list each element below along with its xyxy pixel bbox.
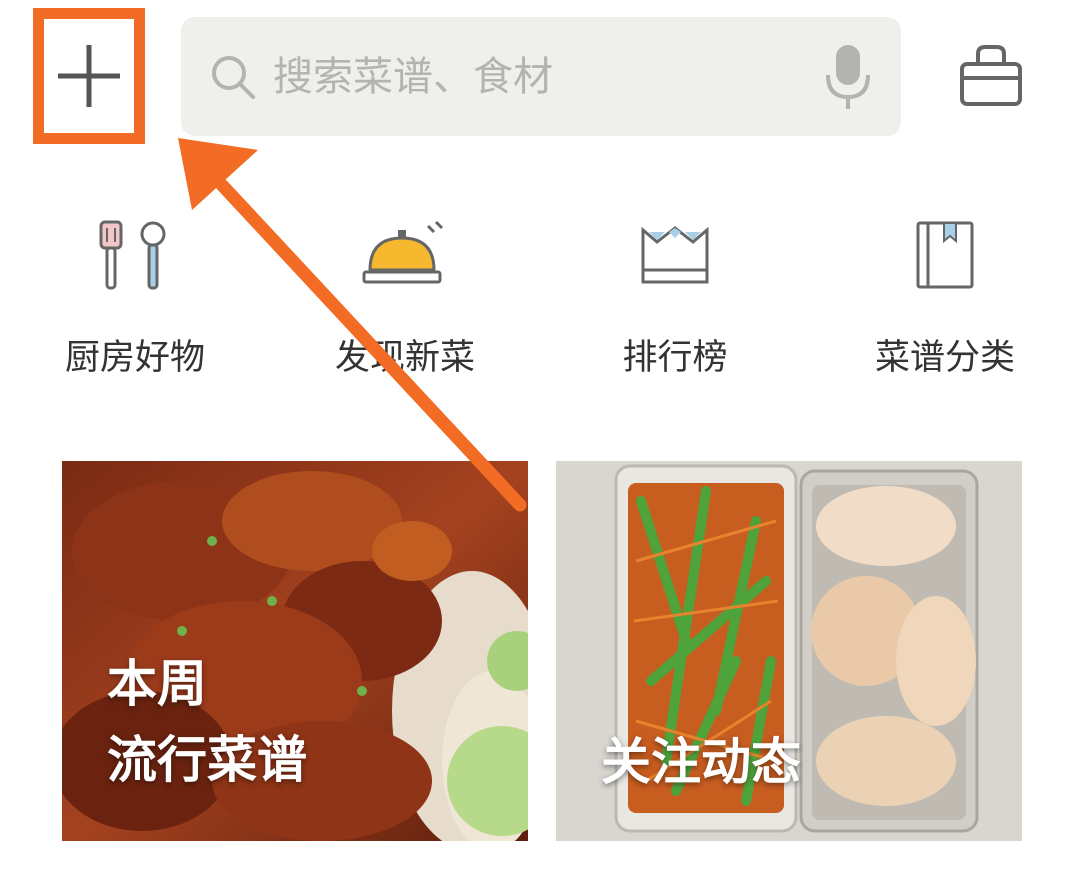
nav-discover-new[interactable]: 发现新菜: [305, 205, 505, 395]
bookmarked-book-icon: [890, 205, 1000, 305]
nav-recipe-category[interactable]: 菜谱分类: [845, 205, 1045, 395]
card-title-line2: 流行菜谱: [107, 731, 307, 789]
nav-label: 厨房好物: [64, 338, 205, 378]
search-icon: [212, 55, 255, 99]
microphone-icon[interactable]: [823, 41, 873, 113]
basket-icon: [960, 45, 1022, 106]
search-bar[interactable]: [181, 17, 901, 136]
card-title: 关注动态: [601, 733, 801, 791]
weekly-popular-card[interactable]: 本周 流行菜谱: [62, 461, 528, 841]
nav-label: 发现新菜: [334, 338, 475, 378]
following-feed-card[interactable]: 关注动态: [556, 461, 1022, 841]
nav-label: 排行榜: [622, 338, 728, 378]
search-input[interactable]: [271, 52, 823, 101]
crown-icon: [620, 205, 730, 305]
basket-button[interactable]: [955, 40, 1027, 112]
nav-label: 菜谱分类: [874, 338, 1015, 378]
nav-ranking[interactable]: 排行榜: [575, 205, 775, 395]
nav-kitchen-goods[interactable]: 厨房好物: [35, 205, 235, 395]
plus-icon: [58, 45, 120, 107]
kitchen-tools-icon: [80, 205, 190, 305]
service-bell-icon: [350, 205, 460, 305]
add-button[interactable]: [33, 8, 145, 144]
card-title-line1: 本周: [107, 655, 207, 713]
